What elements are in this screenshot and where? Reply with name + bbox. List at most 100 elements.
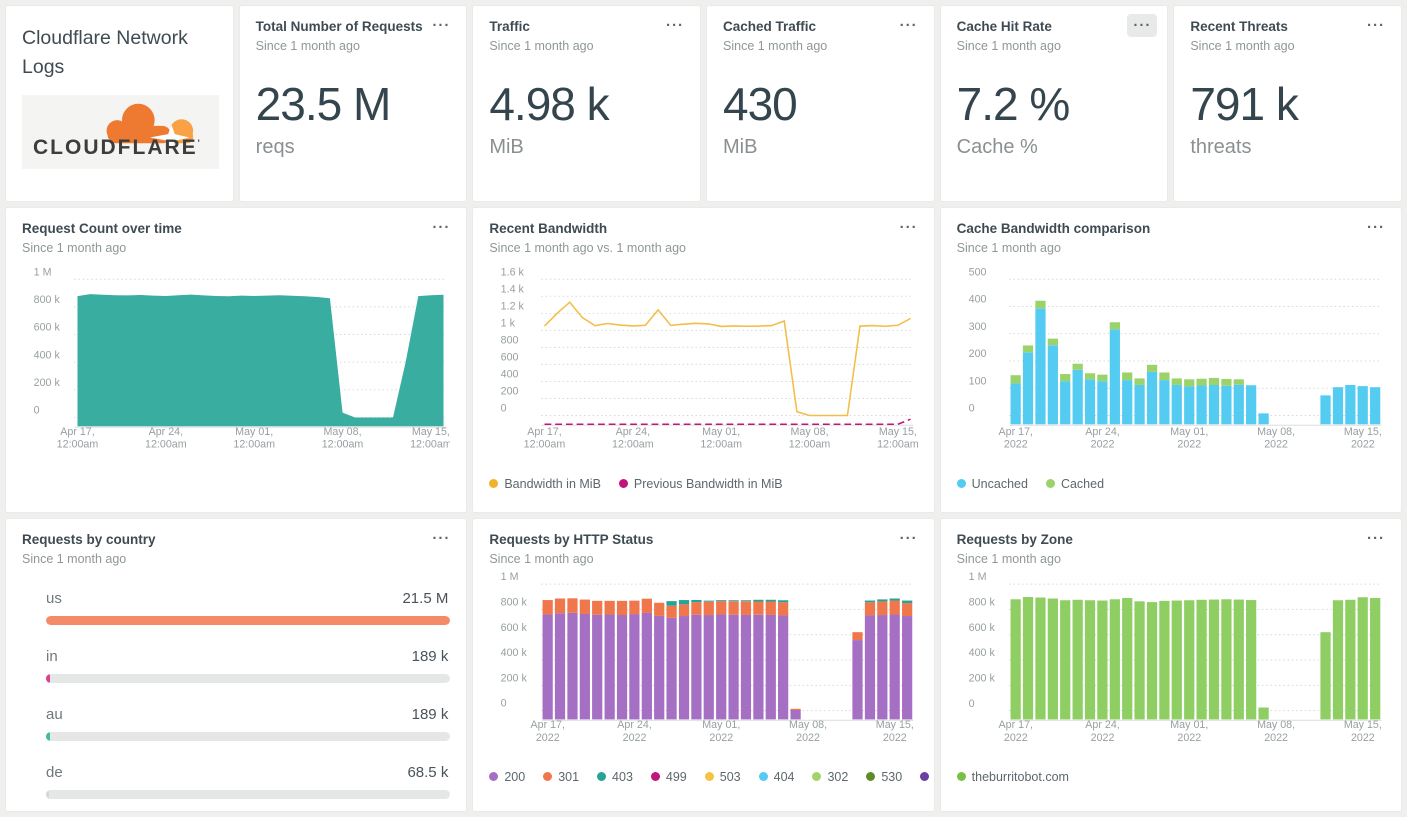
legend-dot-icon — [704, 772, 714, 782]
bar-segment — [716, 600, 727, 615]
legend-label: 404 — [773, 769, 795, 784]
y-tick-label: 500 — [968, 266, 986, 278]
panel-title: Cache Bandwidth comparison — [956, 221, 1151, 236]
more-menu-icon[interactable]: ··· — [426, 527, 456, 550]
more-menu-icon[interactable]: ··· — [426, 216, 456, 239]
more-menu-icon[interactable]: ··· — [660, 14, 690, 37]
area-series — [77, 293, 444, 426]
country-value: 68.5 k — [407, 763, 449, 781]
bar-segment — [1059, 380, 1070, 424]
bar-segment — [1084, 599, 1095, 719]
panel-recent-bandwidth: Recent Bandwidth Since 1 month ago vs. 1… — [472, 207, 935, 513]
legend-label: 200 — [504, 769, 526, 784]
more-menu-icon[interactable]: ··· — [1361, 527, 1391, 550]
x-tick-sublabel: 12:00am — [233, 438, 275, 450]
legend-item[interactable]: 404 — [758, 769, 795, 784]
country-bar-track — [46, 731, 451, 741]
bar-segment — [1010, 374, 1021, 383]
bar-segment — [666, 617, 678, 719]
bar-segment — [865, 614, 876, 719]
bar-segment — [753, 614, 764, 719]
legend-item[interactable]: 302 — [812, 770, 848, 784]
country-list: us 21.5 M in 189 k au 189 k de 68.5 k — [22, 590, 451, 799]
legend-dot-icon — [618, 479, 628, 489]
stat-title: Cached Traffic — [723, 19, 817, 34]
y-tick-label: 800 — [501, 334, 519, 346]
legend-dot-icon — [543, 772, 553, 782]
x-tick-sublabel: 2022 — [797, 731, 821, 743]
panel-title: Request Count over time — [22, 221, 182, 236]
legend-item[interactable]: Cached — [1045, 477, 1104, 491]
x-tick-label: Apr 17, — [60, 426, 94, 438]
country-label: au — [46, 705, 63, 723]
bar-segment — [1332, 599, 1343, 719]
bar-segment — [580, 613, 591, 719]
x-tick-sublabel: 2022 — [1004, 731, 1028, 743]
x-tick-sublabel: 2022 — [1004, 438, 1028, 450]
legend-item[interactable]: 526 — [920, 770, 933, 784]
legend-item[interactable]: Uncached — [956, 477, 1028, 491]
panel-subtitle: Since 1 month ago — [489, 551, 594, 566]
bandwidth-chart: 1.6 k1.4 k1.2 k1 k8006004002000Apr 17,12… — [501, 266, 918, 450]
bar-segment — [703, 614, 715, 719]
panel-subtitle: Since 1 month ago — [956, 551, 1061, 566]
more-menu-icon[interactable]: ··· — [894, 14, 924, 37]
stat-unit: threats — [1190, 136, 1252, 159]
legend-item[interactable]: 403 — [597, 770, 633, 784]
x-tick-label: Apr 17, — [998, 719, 1032, 731]
legend-item[interactable]: 499 — [650, 770, 687, 784]
legend-item[interactable]: Previous Bandwidth in MiB — [618, 477, 783, 491]
stat-subtitle: Since 1 month ago — [255, 38, 360, 53]
bar-segment — [902, 602, 913, 616]
x-tick-sublabel: 12:00am — [322, 438, 364, 450]
bar-segment — [666, 605, 678, 618]
header-card: Cloudflare Network Logs CLOUDFLARE' — [5, 5, 234, 202]
bar-segment — [1357, 596, 1368, 719]
x-tick-label: May 01, — [1170, 719, 1208, 731]
bar-segment — [865, 600, 876, 602]
bar-segment — [1022, 596, 1033, 719]
bar-segment — [1059, 599, 1070, 719]
x-tick-sublabel: 2022 — [1090, 438, 1114, 450]
bar-segment — [889, 600, 901, 615]
legend-item[interactable]: 530 — [866, 770, 902, 784]
bar-segment — [865, 601, 876, 615]
bar-segment — [1344, 599, 1356, 719]
more-menu-icon[interactable]: ··· — [894, 216, 924, 239]
x-tick-sublabel: 12:00am — [789, 438, 831, 450]
more-menu-icon[interactable]: ··· — [1361, 14, 1391, 37]
bar-segment — [654, 615, 665, 719]
legend-label: theburritobot.com — [971, 769, 1069, 784]
x-tick-label: May 15, — [1343, 426, 1381, 438]
x-tick-label: May 01, — [235, 426, 273, 438]
legend-dot-icon — [489, 479, 499, 489]
zone-chart: 1 M800 k600 k400 k200 k0Apr 17,2022Apr 2… — [968, 571, 1382, 743]
bar-segment — [1134, 384, 1145, 424]
more-menu-icon[interactable]: ··· — [1361, 216, 1391, 239]
bar-segment — [642, 598, 653, 613]
x-tick-label: May 01, — [703, 426, 741, 438]
country-row: in 189 k — [22, 648, 451, 683]
bar-segment — [765, 599, 777, 602]
y-tick-label: 400 — [501, 368, 519, 380]
more-menu-icon[interactable]: ··· — [426, 14, 456, 37]
legend-item[interactable]: Bandwidth in MiB — [489, 477, 601, 491]
legend-item[interactable]: theburritobot.com — [956, 769, 1069, 784]
bar-segment — [1171, 377, 1182, 385]
y-tick-label: 1 M — [501, 571, 519, 583]
more-menu-icon[interactable]: ··· — [1127, 14, 1158, 37]
legend-item[interactable]: 301 — [543, 770, 579, 784]
x-tick-label: May 01, — [703, 719, 741, 731]
cloudflare-wordmark: CLOUDFLARE' — [33, 135, 202, 159]
stat-unit: reqs — [255, 136, 295, 159]
bar-segment — [852, 639, 863, 719]
more-menu-icon[interactable]: ··· — [894, 527, 924, 550]
x-tick-label: May 15, — [879, 426, 917, 438]
country-bar-fill — [46, 731, 51, 741]
bar-segment — [1245, 599, 1256, 719]
legend-label: 530 — [881, 769, 903, 784]
legend-item[interactable]: 503 — [704, 770, 741, 784]
legend-item[interactable]: 200 — [489, 770, 525, 784]
legend-dot-icon — [597, 772, 607, 782]
stat-value: 4.98 k — [489, 77, 609, 130]
